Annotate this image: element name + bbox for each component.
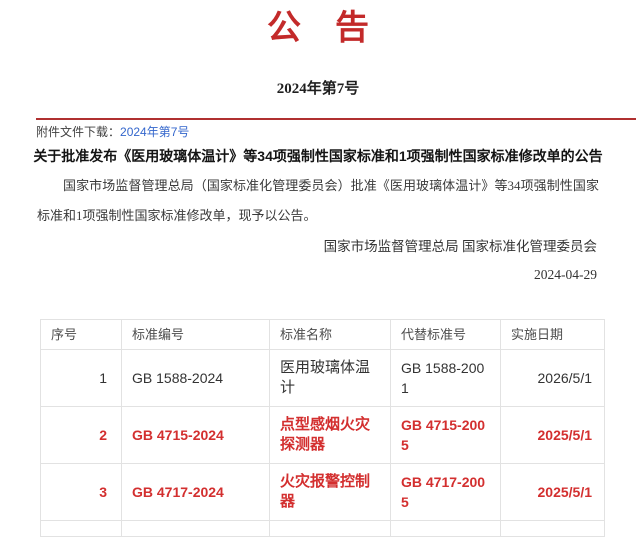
notice-title: 关于批准发布《医用玻璃体温计》等34项强制性国家标准和1项强制性国家标准修改单的… bbox=[20, 147, 616, 165]
standards-table-body: 1 GB 1588-2024 医用玻璃体温计 GB 1588-2001 2026… bbox=[41, 350, 605, 537]
cell-seq: 3 bbox=[41, 464, 122, 521]
cell-code: GB 4717-2024 bbox=[122, 464, 270, 521]
cell-name: 火灾报警控制器 bbox=[270, 464, 391, 521]
column-header-date: 实施日期 bbox=[501, 320, 605, 350]
attachment-link[interactable]: 2024年第7号 bbox=[120, 125, 189, 139]
cell-name: 点型感烟火灾探测器 bbox=[270, 407, 391, 464]
column-header-name: 标准名称 bbox=[270, 320, 391, 350]
cell-replaces: GB 4717-2005 bbox=[391, 464, 501, 521]
table-row: 2 GB 4715-2024 点型感烟火灾探测器 GB 4715-2005 20… bbox=[41, 407, 605, 464]
cell-code: GB 1588-2024 bbox=[122, 350, 270, 407]
attachment-label: 附件文件下载： bbox=[36, 125, 120, 139]
signature-line: 国家市场监督管理总局 国家标准化管理委员会 bbox=[0, 239, 597, 255]
body-paragraph: 国家市场监督管理总局（国家标准化管理委员会）批准《医用玻璃体温计》等34项强制性… bbox=[37, 171, 599, 231]
cell-seq: 1 bbox=[41, 350, 122, 407]
column-header-seq: 序号 bbox=[41, 320, 122, 350]
table-row: 1 GB 1588-2024 医用玻璃体温计 GB 1588-2001 2026… bbox=[41, 350, 605, 407]
cell-name: 医用玻璃体温计 bbox=[270, 350, 391, 407]
attachment-bar: 附件文件下载：2024年第7号 bbox=[36, 118, 636, 139]
issue-number: 2024年第7号 bbox=[0, 80, 636, 98]
page-title: 公 告 bbox=[0, 10, 636, 48]
cell-date: 2025/5/1 bbox=[501, 464, 605, 521]
table-row-partial bbox=[41, 521, 605, 537]
standards-table: 序号 标准编号 标准名称 代替标准号 实施日期 1 GB 1588-2024 医… bbox=[40, 319, 605, 537]
cell-date: 2026/5/1 bbox=[501, 350, 605, 407]
column-header-replaces: 代替标准号 bbox=[391, 320, 501, 350]
table-header-row: 序号 标准编号 标准名称 代替标准号 实施日期 bbox=[41, 320, 605, 350]
column-header-code: 标准编号 bbox=[122, 320, 270, 350]
cell-replaces: GB 1588-2001 bbox=[391, 350, 501, 407]
publish-date: 2024-04-29 bbox=[0, 267, 597, 283]
cell-code: GB 4715-2024 bbox=[122, 407, 270, 464]
cell-seq: 2 bbox=[41, 407, 122, 464]
cell-replaces: GB 4715-2005 bbox=[391, 407, 501, 464]
table-row: 3 GB 4717-2024 火灾报警控制器 GB 4717-2005 2025… bbox=[41, 464, 605, 521]
cell-date: 2025/5/1 bbox=[501, 407, 605, 464]
